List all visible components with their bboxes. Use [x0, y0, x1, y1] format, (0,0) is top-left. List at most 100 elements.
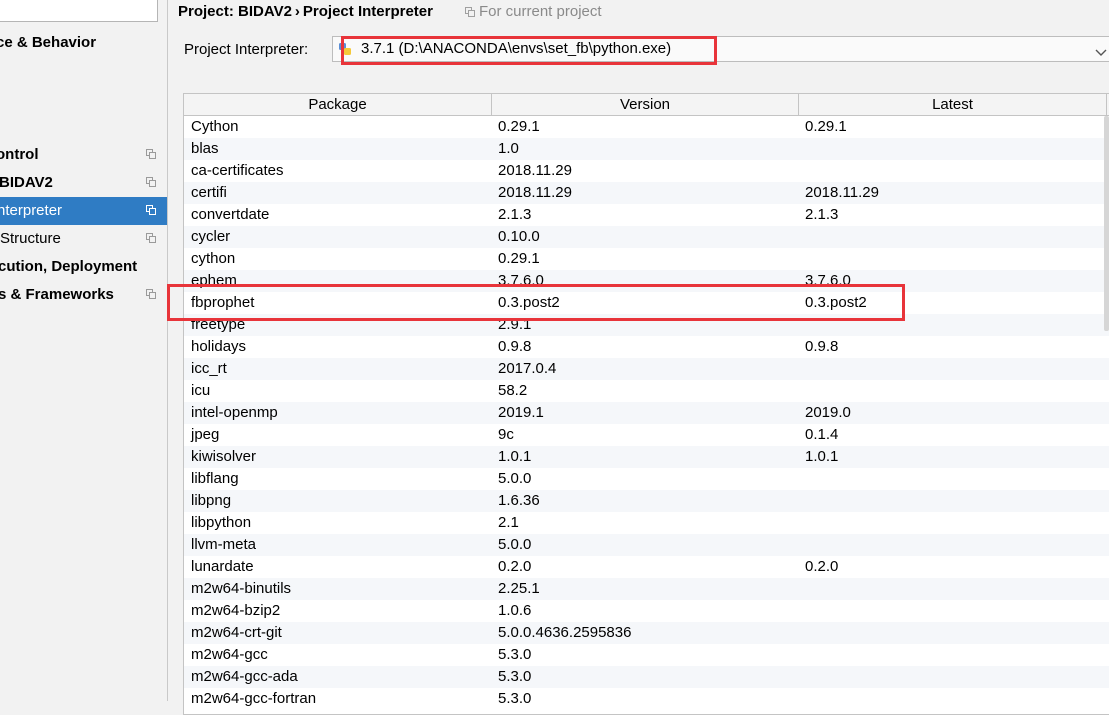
- sidebar-item-label: Structure: [0, 230, 61, 247]
- package-name-cell: m2w64-crt-git: [191, 624, 282, 641]
- page-title: Project Interpreter: [302, 3, 433, 20]
- package-name-cell: intel-openmp: [191, 404, 278, 421]
- breadcrumb-separator: ›: [294, 3, 300, 20]
- sidebar-item-label: cution, Deployment: [0, 258, 138, 275]
- sidebar-item-project-interpreter[interactable]: nterpreter: [0, 197, 167, 225]
- copy-icon: [146, 177, 156, 187]
- table-row[interactable]: m2w64-gcc 5.3.0: [184, 644, 1109, 666]
- table-row[interactable]: cycler 0.10.0: [184, 226, 1109, 248]
- chevron-down-icon[interactable]: [1095, 44, 1107, 61]
- table-row[interactable]: holidays 0.9.8 0.9.8: [184, 336, 1109, 358]
- sidebar-item-project-structure[interactable]: Structure: [0, 225, 167, 253]
- package-name-cell: libflang: [191, 470, 239, 487]
- package-name-cell: m2w64-gcc-ada: [191, 668, 298, 685]
- sidebar-item-label: ce & Behavior: [0, 34, 97, 51]
- package-name-cell: blas: [191, 140, 219, 157]
- package-name-cell: m2w64-binutils: [191, 580, 292, 597]
- settings-sidebar: ce & Behavior ontrol BIDAV2 nterpreter S…: [0, 0, 168, 701]
- table-row[interactable]: m2w64-crt-git 5.0.0.4636.2595836: [184, 622, 1109, 644]
- version-cell: 2019.1: [498, 404, 544, 421]
- copy-icon: [465, 7, 475, 17]
- package-name-cell: holidays: [191, 338, 247, 355]
- package-name-cell: kiwisolver: [191, 448, 257, 465]
- version-cell: 2017.0.4: [498, 360, 557, 377]
- package-name-cell: jpeg: [191, 426, 220, 443]
- package-name-cell: ca-certificates: [191, 162, 284, 179]
- version-cell: 2.25.1: [498, 580, 540, 597]
- package-name-cell: llvm-meta: [191, 536, 257, 553]
- version-cell: 2.1.3: [498, 206, 532, 223]
- table-row[interactable]: m2w64-binutils 2.25.1: [184, 578, 1109, 600]
- table-row[interactable]: icu 58.2: [184, 380, 1109, 402]
- table-row[interactable]: icc_rt 2017.0.4: [184, 358, 1109, 380]
- breadcrumb-project: Project: BIDAV2: [178, 3, 292, 20]
- package-name-cell: Cython: [191, 118, 239, 135]
- package-name-cell: lunardate: [191, 558, 254, 575]
- sidebar-item-appearance-behavior[interactable]: ce & Behavior: [0, 29, 167, 57]
- table-row[interactable]: m2w64-gcc-ada 5.3.0: [184, 666, 1109, 688]
- table-row[interactable]: ca-certificates 2018.11.29: [184, 160, 1109, 182]
- package-name-cell: icc_rt: [191, 360, 227, 377]
- version-cell: 5.0.0: [498, 470, 532, 487]
- package-name-cell: m2w64-gcc-fortran: [191, 690, 317, 707]
- table-row[interactable]: lunardate 0.2.0 0.2.0: [184, 556, 1109, 578]
- table-row[interactable]: blas 1.0: [184, 138, 1109, 160]
- version-cell: 58.2: [498, 382, 528, 399]
- version-cell: 5.0.0: [498, 536, 532, 553]
- package-name-cell: m2w64-bzip2: [191, 602, 281, 619]
- sidebar-item-build-execution-deployment[interactable]: cution, Deployment: [0, 253, 167, 281]
- version-cell: 0.9.8: [498, 338, 532, 355]
- version-cell: 5.3.0: [498, 668, 532, 685]
- latest-version-cell: 2019.0: [805, 404, 851, 421]
- package-name-cell: libpython: [191, 514, 252, 531]
- version-cell: 1.6.36: [498, 492, 540, 509]
- latest-version-cell: 2018.11.29: [805, 184, 879, 201]
- column-header-version[interactable]: Version: [492, 94, 799, 115]
- interpreter-label: Project Interpreter:: [184, 41, 309, 58]
- table-row[interactable]: certifi 2018.11.29 2018.11.29: [184, 182, 1109, 204]
- version-cell: 1.0: [498, 140, 519, 157]
- package-name-cell: libpng: [191, 492, 232, 509]
- table-row[interactable]: libpng 1.6.36: [184, 490, 1109, 512]
- table-row[interactable]: Cython 0.29.1 0.29.1: [184, 116, 1109, 138]
- table-row[interactable]: llvm-meta 5.0.0: [184, 534, 1109, 556]
- table-row[interactable]: cython 0.29.1: [184, 248, 1109, 270]
- package-name-cell: icu: [191, 382, 211, 399]
- latest-version-cell: 0.1.4: [805, 426, 839, 443]
- package-name-cell: m2w64-gcc: [191, 646, 268, 663]
- latest-version-cell: 0.2.0: [805, 558, 839, 575]
- copy-icon: [146, 233, 156, 243]
- sidebar-item-label: BIDAV2: [0, 174, 53, 191]
- version-cell: 0.2.0: [498, 558, 532, 575]
- sidebar-item-languages-frameworks[interactable]: s & Frameworks: [0, 281, 167, 309]
- version-cell: 2018.11.29: [498, 184, 572, 201]
- column-header-latest[interactable]: Latest: [799, 94, 1107, 115]
- sidebar-item-project-bidav2[interactable]: BIDAV2: [0, 169, 167, 197]
- copy-icon: [146, 149, 156, 159]
- table-row[interactable]: libflang 5.0.0: [184, 468, 1109, 490]
- package-name-cell: cycler: [191, 228, 231, 245]
- copy-icon: [146, 205, 156, 215]
- column-header-package[interactable]: Package: [184, 94, 492, 115]
- latest-version-cell: 1.0.1: [805, 448, 839, 465]
- settings-search-input[interactable]: [0, 0, 158, 22]
- table-row[interactable]: libpython 2.1: [184, 512, 1109, 534]
- table-scrollbar[interactable]: [1104, 116, 1109, 331]
- version-cell: 2018.11.29: [498, 162, 572, 179]
- table-row[interactable]: convertdate 2.1.3 2.1.3: [184, 204, 1109, 226]
- scope-hint-text: For current project: [479, 3, 602, 20]
- table-header: Package Version Latest: [184, 94, 1109, 116]
- package-name-cell: convertdate: [191, 206, 270, 223]
- sidebar-item-version-control[interactable]: ontrol: [0, 141, 167, 169]
- version-cell: 0.10.0: [498, 228, 540, 245]
- package-name-cell: cython: [191, 250, 236, 267]
- table-row[interactable]: intel-openmp 2019.1 2019.0: [184, 402, 1109, 424]
- table-row[interactable]: m2w64-bzip2 1.0.6: [184, 600, 1109, 622]
- sidebar-item-label: ontrol: [0, 146, 39, 163]
- table-row[interactable]: m2w64-gcc-fortran 5.3.0: [184, 688, 1109, 710]
- version-cell: 9c: [498, 426, 514, 443]
- table-row[interactable]: jpeg 9c 0.1.4: [184, 424, 1109, 446]
- table-row[interactable]: kiwisolver 1.0.1 1.0.1: [184, 446, 1109, 468]
- fbprophet-highlight-box: [167, 284, 905, 321]
- package-table[interactable]: Package Version Latest Cython 0.29.1 0.29.…: [183, 93, 1109, 715]
